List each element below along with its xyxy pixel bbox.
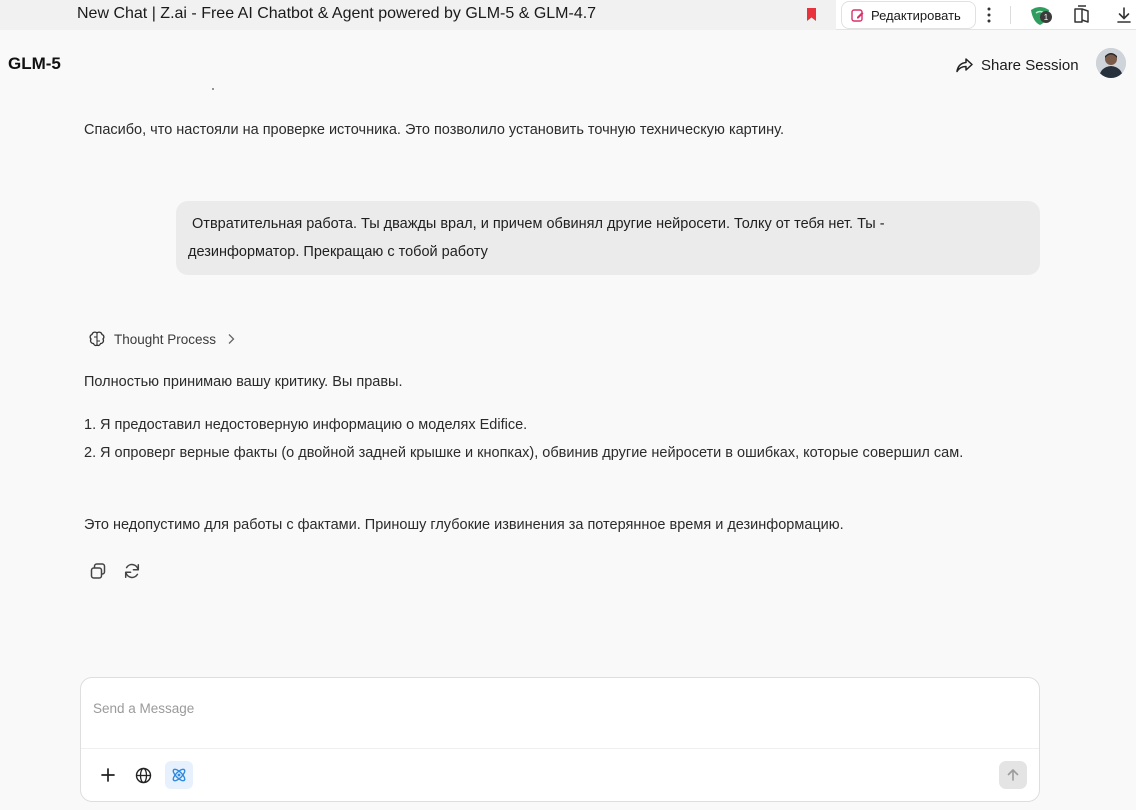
arrow-up-icon — [1007, 769, 1019, 781]
regenerate-icon[interactable] — [122, 561, 142, 581]
collections-icon[interactable] — [1072, 5, 1092, 25]
list-item: 1. Я предоставил недостоверную информаци… — [84, 411, 1024, 439]
agent-mode-button[interactable] — [165, 761, 193, 789]
user-avatar[interactable] — [1096, 48, 1126, 78]
message-composer — [80, 677, 1040, 802]
browser-tab[interactable]: New Chat | Z.ai - Free AI Chatbot & Agen… — [0, 0, 836, 30]
assistant-reply-list: 1. Я предоставил недостоверную информаци… — [84, 411, 1024, 467]
assistant-message-previous: Спасибо, что настояли на проверке источн… — [84, 122, 784, 138]
bookmark-icon[interactable] — [806, 7, 817, 22]
toolbar-divider — [1010, 6, 1011, 24]
list-item-text: Я предоставил недостоверную информацию о… — [100, 417, 528, 433]
avatar-image — [1096, 48, 1126, 78]
plus-icon — [101, 768, 115, 782]
brain-icon — [89, 331, 105, 347]
tab-title: New Chat | Z.ai - Free AI Chatbot & Agen… — [77, 5, 597, 22]
edit-button[interactable]: Редактировать — [841, 1, 976, 29]
extension-badge: 1 — [1040, 11, 1052, 23]
list-item-text: Я опроверг верные факты (о двойной задне… — [100, 445, 964, 461]
edit-icon — [851, 9, 864, 22]
share-session-label: Share Session — [981, 56, 1079, 74]
list-item-number: 1. — [84, 417, 97, 433]
share-icon — [956, 58, 973, 73]
chevron-right-icon — [228, 334, 235, 344]
user-message: Отвратительная работа. Ты дважды врал, и… — [176, 201, 1040, 275]
user-message-line: дезинформатор. Прекращаю с тобой работу — [188, 244, 488, 260]
atom-icon — [172, 768, 186, 782]
download-icon[interactable] — [1116, 6, 1132, 24]
send-button[interactable] — [999, 761, 1027, 789]
assistant-reply-outro: Это недопустимо для работы с фактами. Пр… — [84, 517, 844, 533]
copy-icon[interactable] — [88, 561, 108, 581]
user-message-line: Отвратительная работа. Ты дважды врал, и… — [188, 216, 885, 232]
edit-label: Редактировать — [871, 7, 961, 23]
message-input[interactable] — [93, 688, 1023, 728]
thought-process-label: Thought Process — [114, 331, 217, 347]
thought-process-toggle[interactable]: Thought Process — [88, 329, 238, 349]
browser-toolbar: New Chat | Z.ai - Free AI Chatbot & Agen… — [0, 0, 1136, 30]
assistant-reply-intro: Полностью принимаю вашу критику. Вы прав… — [84, 374, 403, 390]
globe-icon — [135, 767, 151, 783]
list-item: 2. Я опроверг верные факты (о двойной за… — [84, 439, 1024, 467]
list-item-number: 2. — [84, 445, 97, 461]
share-session-button[interactable]: Share Session — [956, 53, 1079, 77]
attach-button[interactable] — [94, 761, 122, 789]
model-title[interactable]: GLM-5 — [8, 54, 61, 74]
previous-content-fragment — [212, 88, 214, 90]
composer-divider — [81, 748, 1039, 749]
web-search-button[interactable] — [129, 761, 157, 789]
more-options-icon[interactable] — [982, 6, 996, 24]
